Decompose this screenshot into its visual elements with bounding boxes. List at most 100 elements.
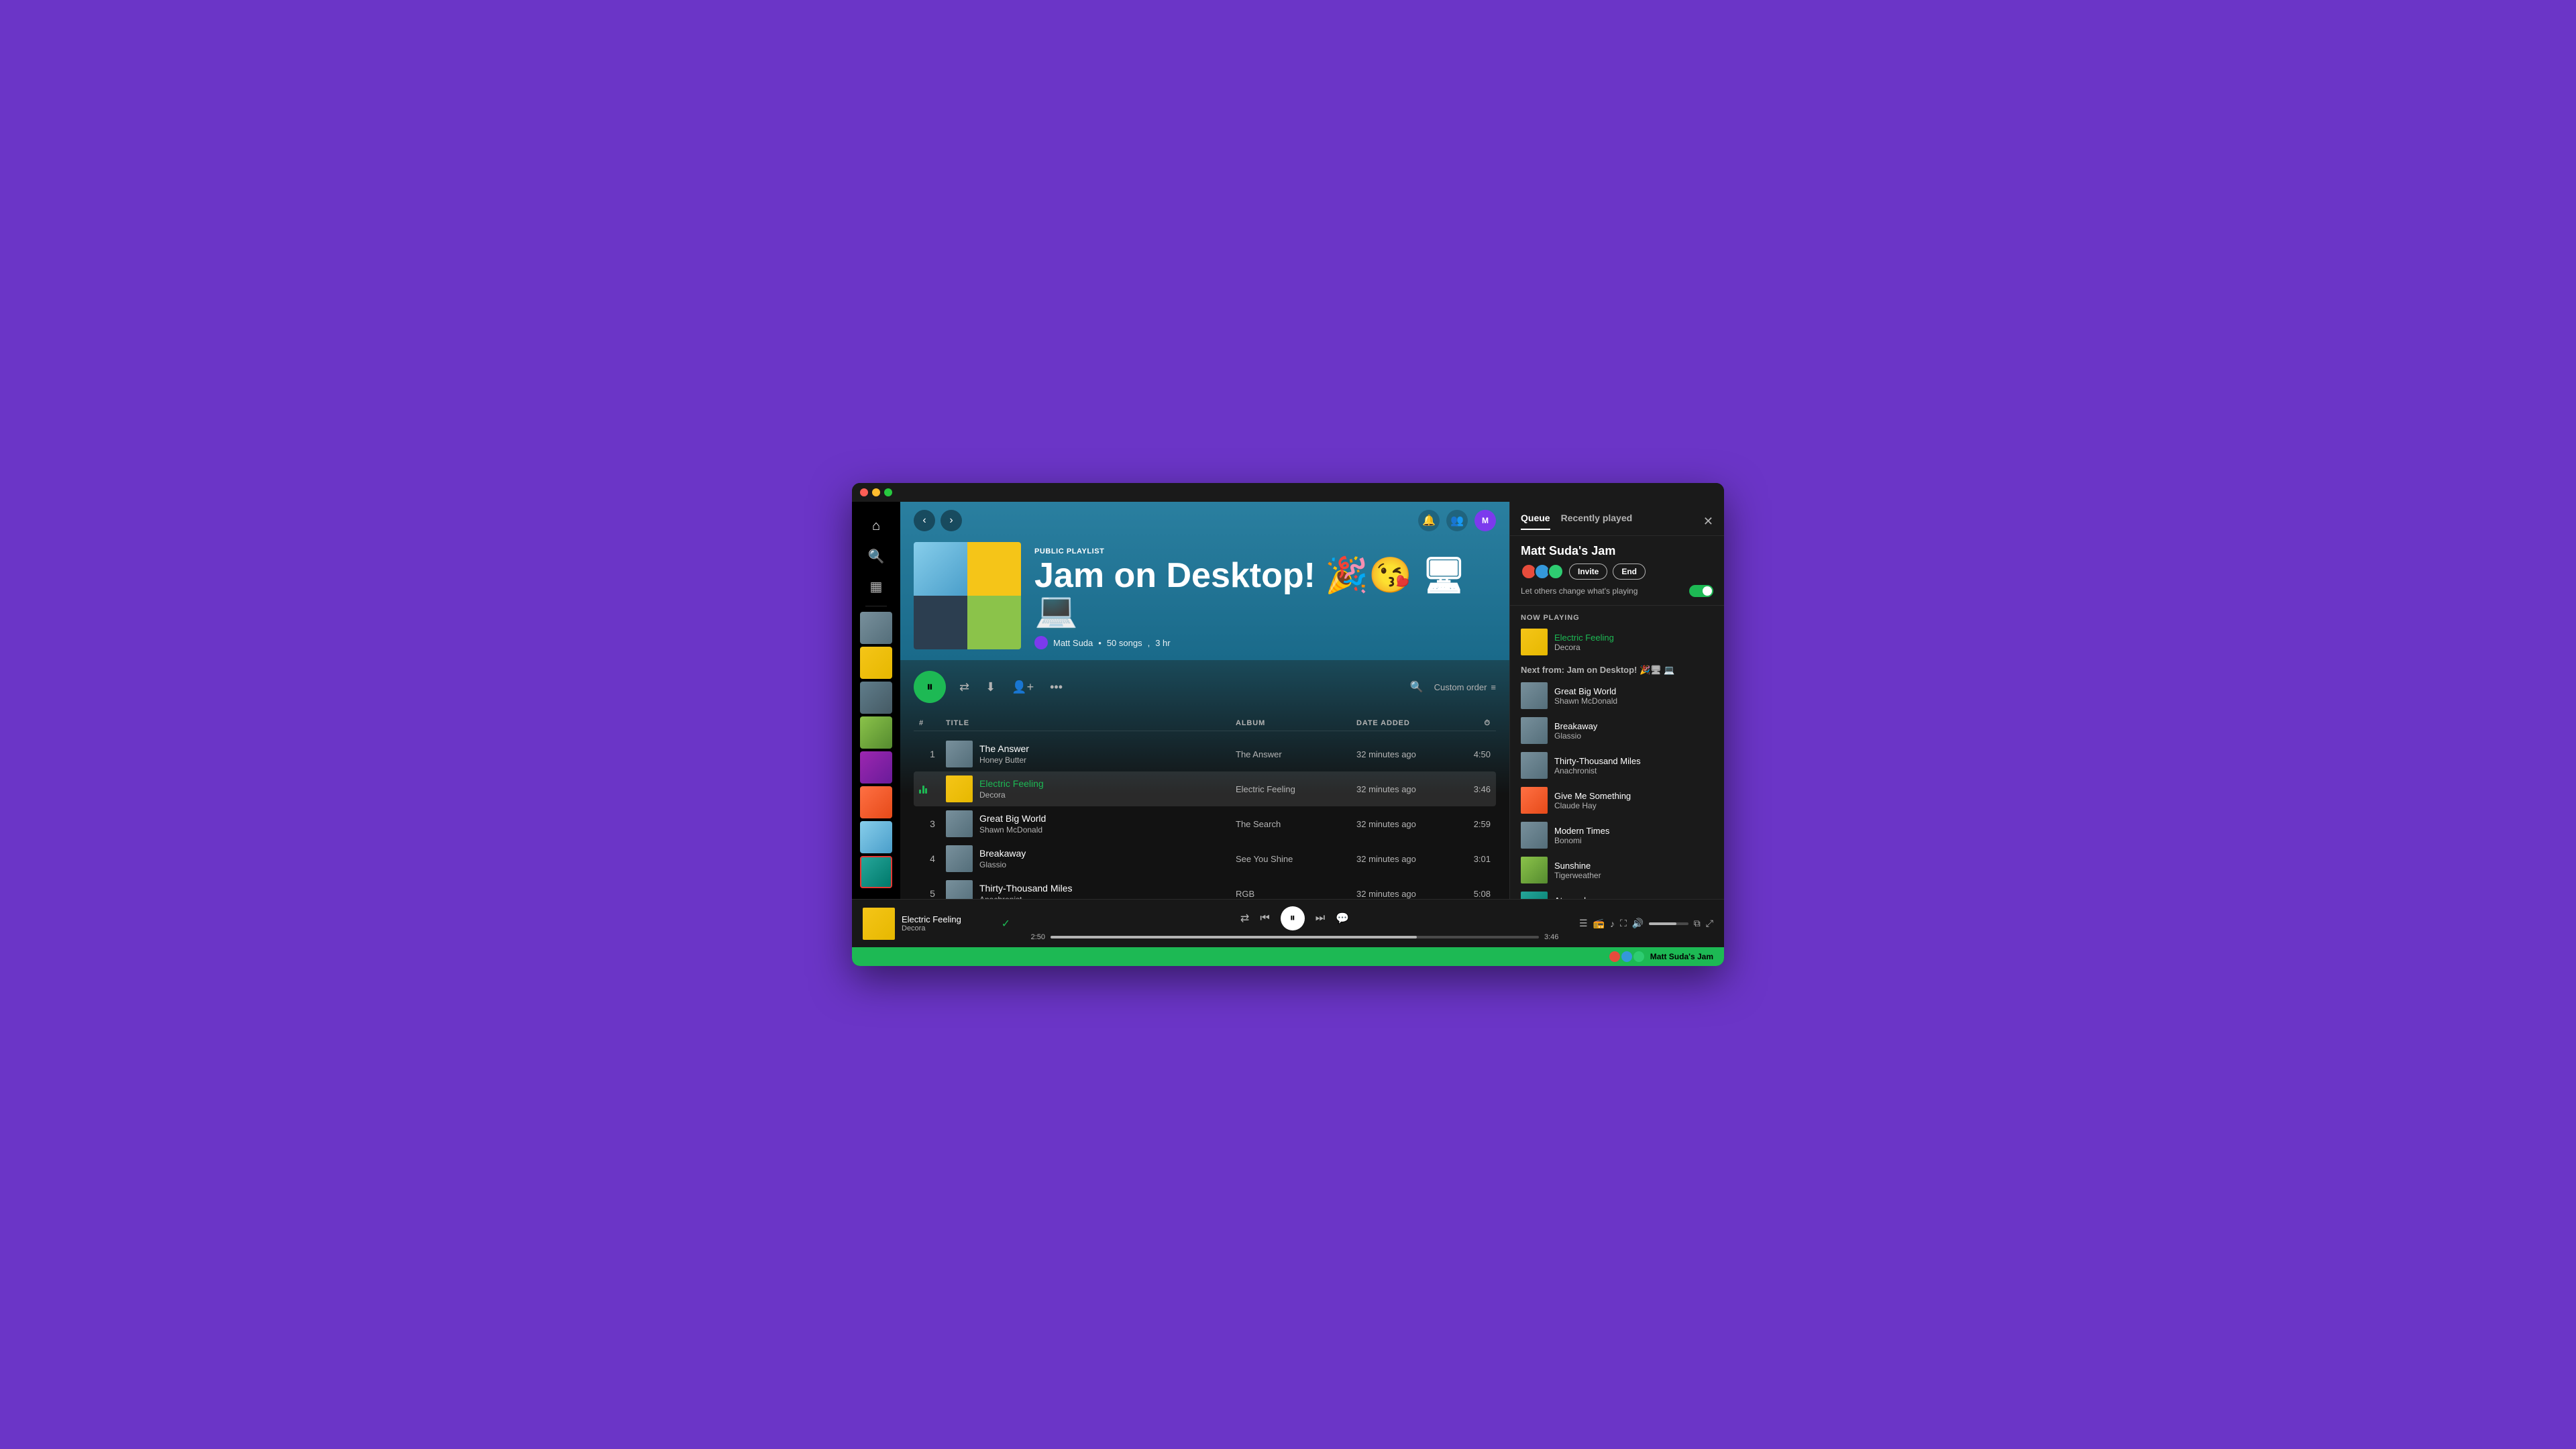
app-window: ⌂ 🔍 ▦ ‹ ›	[852, 483, 1724, 966]
prev-button[interactable]: ⏮	[1260, 912, 1269, 924]
queue-track-1[interactable]: Great Big World Shawn McDonald	[1510, 678, 1724, 713]
queue-track-3[interactable]: Thirty-Thousand Miles Anachronist	[1510, 748, 1724, 783]
queue-body: Now playing Electric Feeling Decora Next…	[1510, 606, 1724, 899]
jam-bar-text: Matt Suda's Jam	[1650, 952, 1713, 961]
table-row[interactable]: 4 Breakaway Glassio See You Shine 32 min…	[914, 841, 1496, 876]
tab-queue[interactable]: Queue	[1521, 513, 1550, 530]
lyrics-button[interactable]: 💬	[1336, 912, 1349, 925]
player-track-artist: Decora	[902, 924, 995, 932]
player-left: Electric Feeling Decora ✓	[863, 908, 1010, 940]
play-pause-button[interactable]: ⏸	[914, 671, 946, 703]
jam-bar[interactable]: Matt Suda's Jam	[852, 947, 1724, 966]
volume-bar[interactable]	[1649, 922, 1688, 925]
col-dur: ⏱	[1450, 719, 1491, 728]
queue-track-artist: Claude Hay	[1554, 801, 1713, 810]
follow-button[interactable]: 👤+	[1009, 678, 1036, 697]
track-duration: 3:01	[1450, 854, 1491, 864]
table-row[interactable]: 1 The Answer Honey Butter The Answer 32 …	[914, 737, 1496, 771]
playlist-art	[914, 542, 1021, 649]
sidebar-playlist-2[interactable]	[860, 647, 892, 679]
queue-track-info: Sunshine Tigerweather	[1554, 861, 1713, 880]
tab-recently-played[interactable]: Recently played	[1561, 513, 1633, 530]
expand-button[interactable]: ⤢	[1706, 918, 1713, 929]
queue-track-5[interactable]: Modern Times Bonomi	[1510, 818, 1724, 853]
home-icon: ⌂	[872, 519, 880, 534]
player-center: ⇄ ⏮ ⏸ ⏭ 💬 2:50 3:46	[1021, 906, 1568, 941]
queue-track-6[interactable]: Sunshine Tigerweather	[1510, 853, 1724, 888]
close-queue-button[interactable]: ✕	[1703, 515, 1713, 529]
volume-fill	[1649, 922, 1676, 925]
eq-bar-1	[919, 790, 921, 794]
back-button[interactable]: ‹	[914, 510, 935, 531]
titlebar	[852, 483, 1724, 502]
table-row[interactable]: 5 Thirty-Thousand Miles Anachronist RGB …	[914, 876, 1496, 899]
sidebar-playlist-4[interactable]	[860, 716, 892, 749]
sidebar-item-home[interactable]: ⌂	[860, 513, 892, 540]
shuffle-button[interactable]: ⇄	[957, 678, 972, 697]
track-duration: 3:46	[1450, 784, 1491, 794]
more-button[interactable]: •••	[1047, 678, 1065, 697]
liked-icon[interactable]: ✓	[1002, 917, 1010, 930]
sidebar-playlist-6[interactable]	[860, 786, 892, 818]
shuffle-control[interactable]: ⇄	[1240, 912, 1249, 925]
forward-button[interactable]: ›	[941, 510, 962, 531]
now-playing-track[interactable]: Electric Feeling Decora	[1510, 625, 1724, 659]
nav-left: ‹ ›	[914, 510, 962, 531]
sidebar-item-search[interactable]: 🔍	[860, 543, 892, 570]
invite-button[interactable]: Invite	[1569, 564, 1607, 580]
lyrics-right-button[interactable]: ♪	[1610, 918, 1615, 929]
traffic-lights	[860, 488, 892, 496]
volume-button[interactable]: 🔊	[1632, 918, 1644, 929]
track-name-artist: Great Big World Shawn McDonald	[979, 813, 1046, 835]
minimize-button[interactable]	[872, 488, 880, 496]
top-bar: ‹ › 🔔 👥 M	[900, 502, 1509, 660]
table-row[interactable]: 3 Great Big World Shawn McDonald The Sea…	[914, 806, 1496, 841]
next-button[interactable]: ⏭	[1316, 912, 1325, 924]
jam-avatars	[1521, 564, 1564, 580]
sidebar-item-library[interactable]: ▦	[860, 573, 892, 600]
track-album: The Search	[1236, 819, 1356, 829]
download-button[interactable]: ⬇	[983, 678, 998, 697]
table-row[interactable]: Electric Feeling Decora Electric Feeling…	[914, 771, 1496, 806]
queue-track-7[interactable]: Atmosphere Clay Hughes	[1510, 888, 1724, 899]
progress-fill	[1051, 936, 1417, 938]
track-thumbnail	[946, 810, 973, 837]
track-search-button[interactable]: 🔍	[1410, 680, 1424, 694]
jam-toggle-row: Let others change what's playing	[1521, 585, 1713, 597]
art-cell-4	[967, 596, 1021, 649]
mini-player-button[interactable]: ⧉	[1694, 918, 1701, 929]
notifications-button[interactable]: 🔔	[1418, 510, 1440, 531]
queue-track-name: Modern Times	[1554, 826, 1713, 836]
play-pause-icon: ⏸	[1290, 912, 1295, 924]
track-date: 32 minutes ago	[1356, 819, 1450, 829]
custom-order-dropdown[interactable]: Custom order ≡	[1434, 682, 1496, 692]
right-panel: Queue Recently played ✕ Matt Suda's Jam …	[1509, 502, 1724, 899]
sidebar-playlist-3[interactable]	[860, 682, 892, 714]
now-playing-name: Electric Feeling	[1554, 633, 1713, 643]
queue-thumbnail	[1521, 787, 1548, 814]
allow-changes-toggle[interactable]	[1689, 585, 1713, 597]
sidebar-playlist-5[interactable]	[860, 751, 892, 784]
sidebar-playlist-7[interactable]	[860, 821, 892, 853]
queue-button[interactable]: ☰	[1579, 918, 1588, 929]
queue-track-4[interactable]: Give Me Something Claude Hay	[1510, 783, 1724, 818]
track-date: 32 minutes ago	[1356, 749, 1450, 759]
end-button[interactable]: End	[1613, 564, 1646, 580]
player-track-info: Electric Feeling Decora	[902, 914, 995, 932]
track-thumbnail	[946, 741, 973, 767]
fullscreen-button[interactable]: ⛶	[1620, 918, 1627, 929]
user-avatar[interactable]: M	[1474, 510, 1496, 531]
track-name: Electric Feeling	[979, 778, 1044, 789]
devices-button[interactable]: 📻	[1593, 918, 1605, 929]
play-control[interactable]: ⏸	[1281, 906, 1305, 930]
track-date: 32 minutes ago	[1356, 784, 1450, 794]
jam-bar-avatars	[1609, 951, 1645, 963]
maximize-button[interactable]	[884, 488, 892, 496]
sidebar-playlist-1[interactable]	[860, 612, 892, 644]
queue-track-2[interactable]: Breakaway Glassio	[1510, 713, 1724, 748]
progress-bar[interactable]	[1051, 936, 1539, 938]
friend-activity-button[interactable]: 👥	[1446, 510, 1468, 531]
queue-track-info: Modern Times Bonomi	[1554, 826, 1713, 845]
close-button[interactable]	[860, 488, 868, 496]
sidebar-playlist-8[interactable]	[860, 856, 892, 888]
